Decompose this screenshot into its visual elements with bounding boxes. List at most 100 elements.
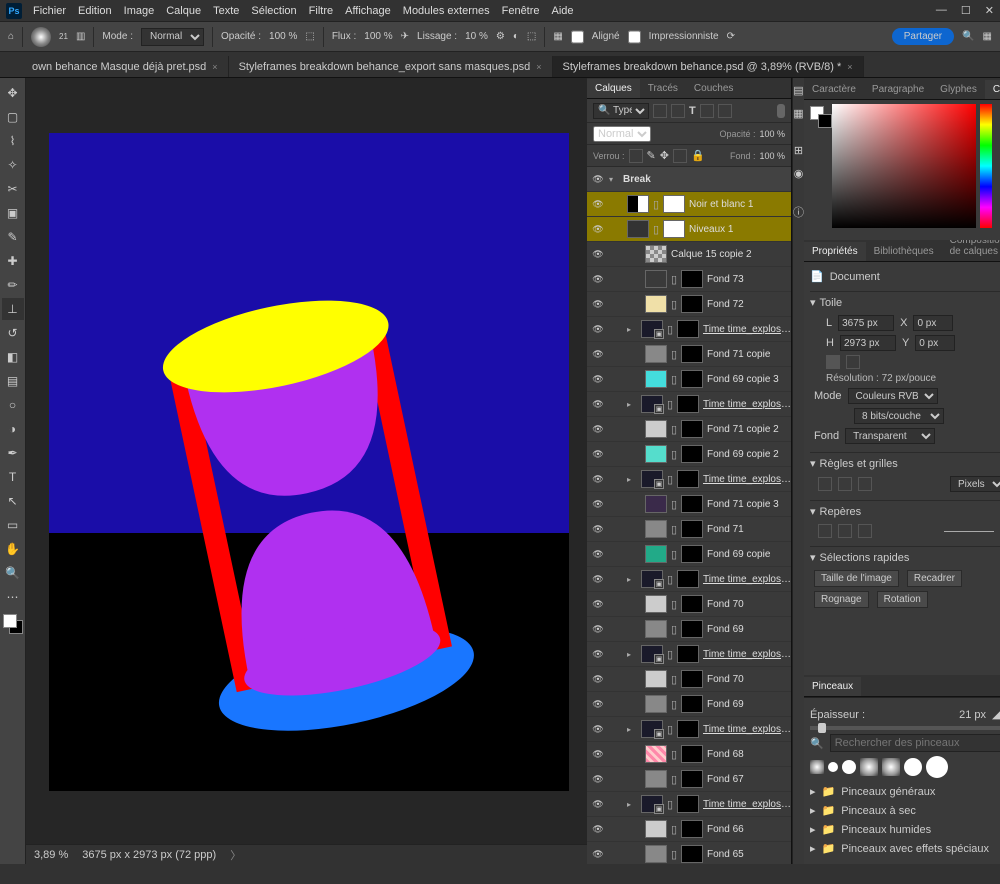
blend-mode-select[interactable]: Normal <box>141 28 204 46</box>
canvas-section[interactable]: Toile <box>820 297 843 309</box>
visibility-icon[interactable]: 👁 <box>591 524 605 535</box>
brush-tool[interactable]: ✏ <box>2 274 24 296</box>
trim-button[interactable]: Rognage <box>814 591 869 608</box>
layer-row[interactable]: 👁▯Fond 66 <box>587 817 791 842</box>
visibility-icon[interactable]: 👁 <box>591 624 605 635</box>
type-tool[interactable]: T <box>2 466 24 488</box>
quicksel-section[interactable]: Sélections rapides <box>820 552 910 564</box>
smoothing-value[interactable]: 10 % <box>465 31 488 42</box>
visibility-icon[interactable]: 👁 <box>591 749 605 760</box>
layer-filter-select[interactable]: 🔍 Type <box>593 103 649 119</box>
tab-close-icon[interactable]: × <box>212 62 217 72</box>
impressionist-checkbox[interactable] <box>628 28 641 46</box>
blend-mode-layer-select[interactable]: Normal <box>593 126 651 142</box>
colormode-select[interactable]: Couleurs RVB <box>848 388 938 404</box>
path-select-tool[interactable]: ↖ <box>2 490 24 512</box>
airbrush-icon[interactable]: ✈ <box>401 31 409 42</box>
layer-row[interactable]: 👁▯Fond 69 copie <box>587 542 791 567</box>
visibility-icon[interactable]: 👁 <box>591 374 605 385</box>
visibility-icon[interactable]: 👁 <box>591 199 605 210</box>
panel-tab[interactable]: Propriétés <box>804 242 866 261</box>
layer-row[interactable]: 👁▯Fond 70 <box>587 667 791 692</box>
layer-row[interactable]: 👁▸▣▯Time time_explosion RGB copie 7… <box>587 317 791 342</box>
heal-tool[interactable]: ✚ <box>2 250 24 272</box>
brush-folder[interactable]: ▸📁Pinceaux généraux <box>810 782 1000 801</box>
layer-row[interactable]: 👁▯Fond 68 <box>587 742 791 767</box>
filter-type-icon[interactable]: T <box>689 105 696 117</box>
gradient-tool[interactable]: ▤ <box>2 370 24 392</box>
ruler-icon[interactable] <box>818 477 832 491</box>
visibility-icon[interactable]: 👁 <box>591 699 605 710</box>
eyedropper-tool[interactable]: ✎ <box>2 226 24 248</box>
layer-row[interactable]: 👁▯Fond 69 <box>587 692 791 717</box>
brush-folder[interactable]: ▸📁Pinceaux à sec <box>810 801 1000 820</box>
thickness-slider[interactable] <box>810 726 1000 730</box>
doc-tab[interactable]: own behance Masque déjà pret.psd× <box>22 56 229 77</box>
visibility-icon[interactable]: 👁 <box>591 499 605 510</box>
menu-fenêtre[interactable]: Fenêtre <box>497 3 545 19</box>
brush-preset[interactable] <box>842 760 856 774</box>
pressure-size-icon[interactable]: ⬚ <box>527 31 536 42</box>
panel-tab[interactable]: Caractère <box>804 80 864 99</box>
visibility-icon[interactable]: 👁 <box>591 224 605 235</box>
layer-list[interactable]: 👁▾Break👁▯Noir et blanc 1👁▯Niveaux 1👁Calq… <box>587 167 791 864</box>
visibility-icon[interactable]: 👁 <box>591 849 605 860</box>
brush-preset[interactable] <box>882 758 900 776</box>
pressure-opacity-icon[interactable]: ⬚ <box>305 31 314 42</box>
height-input[interactable] <box>840 335 896 351</box>
brush-search-input[interactable] <box>830 734 1000 752</box>
brush-tab[interactable]: Pinceaux <box>804 677 861 696</box>
visibility-icon[interactable]: 👁 <box>591 424 605 435</box>
layer-row[interactable]: 👁▯Fond 69 copie 2 <box>587 442 791 467</box>
panel-tab[interactable]: Paragraphe <box>864 80 932 99</box>
pen-tool[interactable]: ✒ <box>2 442 24 464</box>
color-field[interactable] <box>832 104 976 228</box>
brush-settings-icon[interactable]: ▥ <box>76 31 85 42</box>
menu-aide[interactable]: Aide <box>547 3 579 19</box>
rules-section[interactable]: Règles et grilles <box>820 458 898 470</box>
visibility-icon[interactable]: 👁 <box>591 399 605 410</box>
menu-filtre[interactable]: Filtre <box>304 3 338 19</box>
brush-flip-icon[interactable]: ◢ <box>992 708 1000 722</box>
guides-section[interactable]: Repères <box>820 506 862 518</box>
tab-close-icon[interactable]: × <box>847 62 852 72</box>
crop-button[interactable]: Recadrer <box>907 570 962 587</box>
frame-tool[interactable]: ▣ <box>2 202 24 224</box>
flow-value[interactable]: 100 % <box>364 31 392 42</box>
eraser-tool[interactable]: ◧ <box>2 346 24 368</box>
rotate-button[interactable]: Rotation <box>877 591 928 608</box>
dodge-tool[interactable]: ◑ <box>2 418 24 440</box>
close-icon[interactable]: ✕ <box>985 4 994 17</box>
visibility-icon[interactable]: 👁 <box>591 824 605 835</box>
bg-select[interactable]: Transparent <box>845 428 935 444</box>
zoom-tool[interactable]: 🔍 <box>2 562 24 584</box>
zoom-level[interactable]: 3,89 % <box>34 849 68 861</box>
bits-select[interactable]: 8 bits/couche <box>854 408 944 424</box>
layer-row[interactable]: 👁▯Noir et blanc 1 <box>587 192 791 217</box>
visibility-icon[interactable]: 👁 <box>591 449 605 460</box>
fill-value[interactable]: 100 % <box>759 151 785 161</box>
color-swatches[interactable] <box>3 614 23 634</box>
menu-modules externes[interactable]: Modules externes <box>398 3 495 19</box>
visibility-icon[interactable]: 👁 <box>591 574 605 585</box>
lock-trans-icon[interactable] <box>629 149 643 163</box>
layer-opacity-value[interactable]: 100 % <box>759 129 785 139</box>
marquee-tool[interactable]: ▢ <box>2 106 24 128</box>
color-fg-bg[interactable] <box>810 106 832 128</box>
menu-affichage[interactable]: Affichage <box>340 3 396 19</box>
visibility-icon[interactable]: 👁 <box>591 549 605 560</box>
layer-row[interactable]: 👁▸▣▯Time time_explosion RGB copie 12… <box>587 467 791 492</box>
visibility-icon[interactable]: 👁 <box>591 774 605 785</box>
canvas-area[interactable] <box>26 78 587 844</box>
filter-pixel-icon[interactable] <box>653 104 667 118</box>
menu-image[interactable]: Image <box>119 3 160 19</box>
thickness-value[interactable]: 21 px <box>959 709 986 721</box>
hand-tool[interactable]: ✋ <box>2 538 24 560</box>
lock-artboard-icon[interactable] <box>673 149 687 163</box>
panel-tab[interactable]: Couleur <box>985 80 1000 99</box>
orient-portrait-icon[interactable] <box>826 355 840 369</box>
chevron-down-icon[interactable]: ▾ <box>609 175 619 184</box>
panel-tab-tracés[interactable]: Tracés <box>640 79 686 98</box>
layer-row[interactable]: 👁▸▣▯Time time_explosion RGB copie 9… <box>587 792 791 817</box>
visibility-icon[interactable]: 👁 <box>591 249 605 260</box>
